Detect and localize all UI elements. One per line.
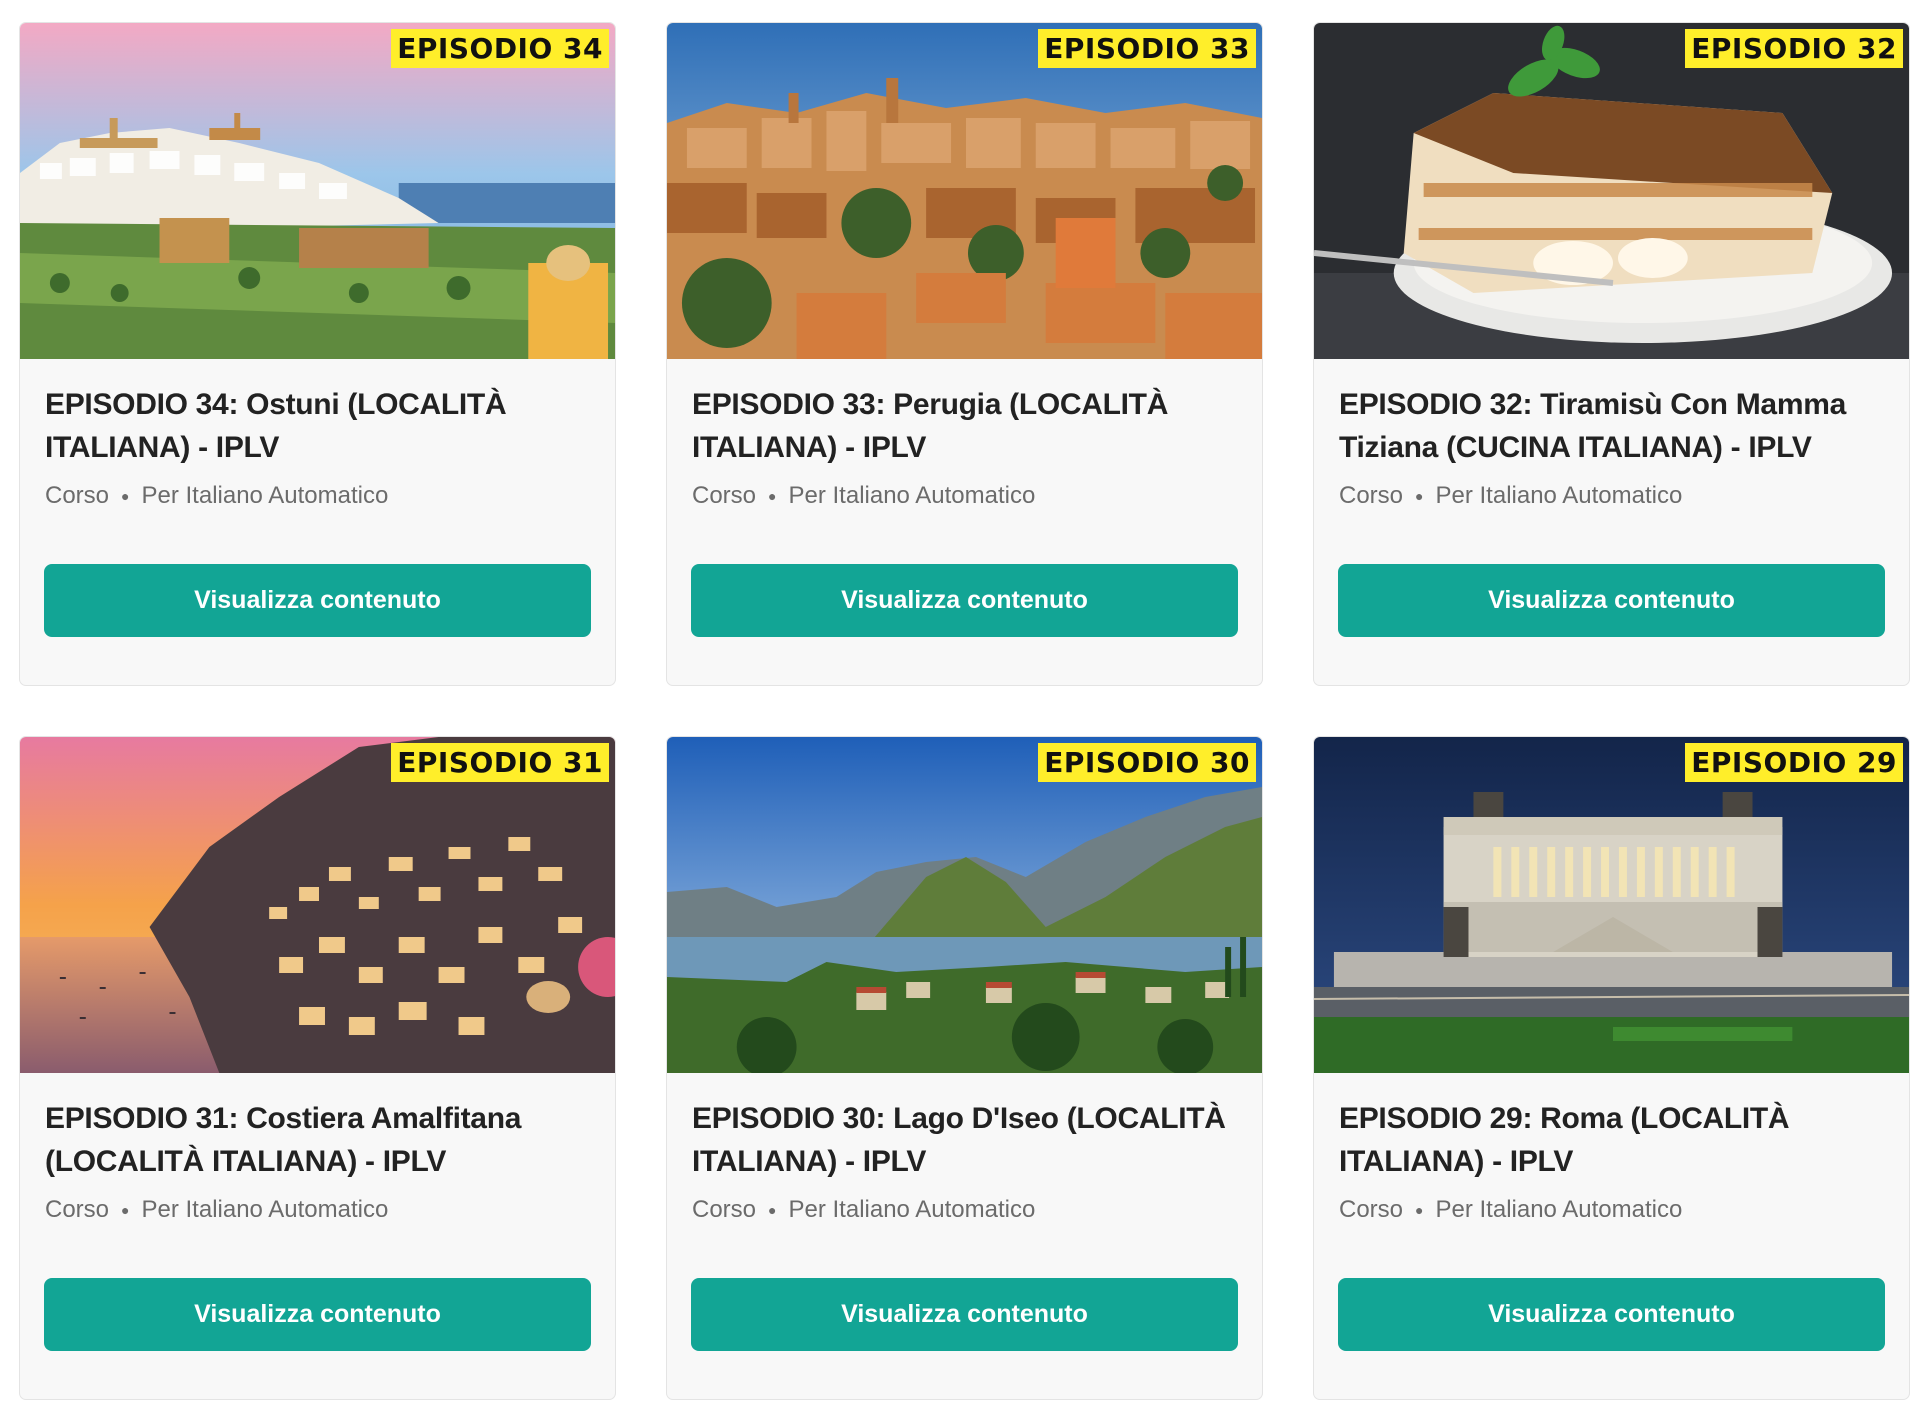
course-author: Per Italiano Automatico [1435, 482, 1683, 509]
separator-dot-icon: ● [768, 488, 777, 504]
separator-dot-icon: ● [121, 488, 130, 504]
course-meta: Corso ● Per Italiano Automatico [45, 481, 590, 511]
view-content-button[interactable]: Visualizza contenuto [44, 564, 591, 637]
course-author: Per Italiano Automatico [1435, 1196, 1683, 1223]
episode-badge: EPISODIO 34 [391, 29, 609, 68]
episode-badge: EPISODIO 32 [1685, 29, 1903, 68]
course-type: Corso [45, 1196, 110, 1223]
episode-badge: EPISODIO 29 [1685, 743, 1903, 782]
course-type: Corso [45, 482, 110, 509]
course-type: Corso [1339, 482, 1404, 509]
view-content-button[interactable]: Visualizza contenuto [1338, 564, 1885, 637]
course-author: Per Italiano Automatico [788, 1196, 1036, 1223]
course-type: Corso [1339, 1196, 1404, 1223]
course-title[interactable]: EPISODIO 34: Ostuni (LOCALITÀ ITALIANA) … [45, 383, 590, 469]
course-thumbnail[interactable]: EPISODIO 29 [1314, 737, 1909, 1073]
course-meta: Corso ● Per Italiano Automatico [1339, 481, 1884, 511]
view-content-button[interactable]: Visualizza contenuto [691, 564, 1238, 637]
view-content-button[interactable]: Visualizza contenuto [691, 1278, 1238, 1351]
course-thumbnail[interactable]: EPISODIO 32 [1314, 23, 1909, 359]
course-card: EPISODIO 33 EPISODIO 33: Perugia (LOCALI… [666, 22, 1263, 686]
course-card: EPISODIO 30 EPISODIO 30: Lago D'Iseo (LO… [666, 736, 1263, 1400]
course-title[interactable]: EPISODIO 33: Perugia (LOCALITÀ ITALIANA)… [692, 383, 1237, 469]
course-type: Corso [692, 482, 757, 509]
course-card: EPISODIO 29 EPISODIO 29: Roma (LOCALITÀ … [1313, 736, 1910, 1400]
course-title[interactable]: EPISODIO 32: Tiramisù Con Mamma Tiziana … [1339, 383, 1884, 469]
course-type: Corso [692, 1196, 757, 1223]
course-title[interactable]: EPISODIO 31: Costiera Amalfitana (LOCALI… [45, 1097, 590, 1183]
course-meta: Corso ● Per Italiano Automatico [692, 1195, 1237, 1225]
course-meta: Corso ● Per Italiano Automatico [45, 1195, 590, 1225]
episode-badge: EPISODIO 33 [1038, 29, 1256, 68]
course-thumbnail[interactable]: EPISODIO 31 [20, 737, 615, 1073]
separator-dot-icon: ● [121, 1202, 130, 1218]
separator-dot-icon: ● [1415, 488, 1424, 504]
course-title[interactable]: EPISODIO 29: Roma (LOCALITÀ ITALIANA) - … [1339, 1097, 1884, 1183]
course-card: EPISODIO 34 EPISODIO 34: Ostuni (LOCALIT… [19, 22, 616, 686]
episode-badge: EPISODIO 30 [1038, 743, 1256, 782]
course-author: Per Italiano Automatico [788, 482, 1036, 509]
course-author: Per Italiano Automatico [141, 482, 389, 509]
course-thumbnail[interactable]: EPISODIO 34 [20, 23, 615, 359]
course-card: EPISODIO 32 EPISODIO 32: Tiramisù Con Ma… [1313, 22, 1910, 686]
course-meta: Corso ● Per Italiano Automatico [692, 481, 1237, 511]
view-content-button[interactable]: Visualizza contenuto [1338, 1278, 1885, 1351]
course-title[interactable]: EPISODIO 30: Lago D'Iseo (LOCALITÀ ITALI… [692, 1097, 1237, 1183]
course-author: Per Italiano Automatico [141, 1196, 389, 1223]
episode-badge: EPISODIO 31 [391, 743, 609, 782]
course-thumbnail[interactable]: EPISODIO 33 [667, 23, 1262, 359]
course-card: EPISODIO 31 EPISODIO 31: Costiera Amalfi… [19, 736, 616, 1400]
course-grid: EPISODIO 34 EPISODIO 34: Ostuni (LOCALIT… [19, 22, 1910, 1400]
course-meta: Corso ● Per Italiano Automatico [1339, 1195, 1884, 1225]
view-content-button[interactable]: Visualizza contenuto [44, 1278, 591, 1351]
separator-dot-icon: ● [1415, 1202, 1424, 1218]
course-thumbnail[interactable]: EPISODIO 30 [667, 737, 1262, 1073]
separator-dot-icon: ● [768, 1202, 777, 1218]
